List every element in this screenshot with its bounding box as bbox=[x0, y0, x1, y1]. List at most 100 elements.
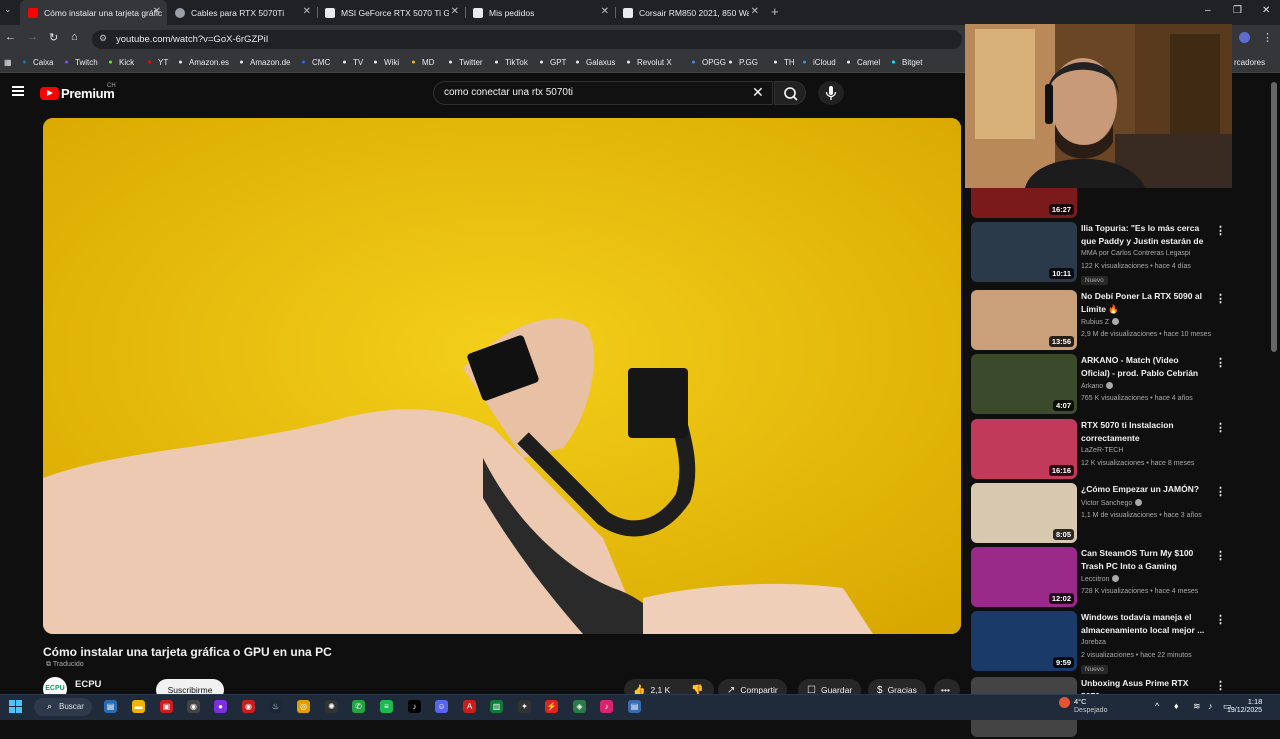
close-tab-icon[interactable]: ✕ bbox=[303, 6, 311, 17]
more-options-icon[interactable]: ⋮ bbox=[1215, 549, 1226, 562]
bookmark-item[interactable]: ● Amazon.de bbox=[237, 58, 290, 67]
tab-cables[interactable]: Cables para RTX 5070Ti ✕ bbox=[167, 0, 317, 25]
site-info-icon[interactable]: ⚙ bbox=[99, 33, 107, 44]
taskbar-search[interactable]: Buscar bbox=[34, 698, 92, 716]
search-button[interactable] bbox=[774, 81, 806, 105]
more-options-icon[interactable]: ⋮ bbox=[1215, 356, 1226, 369]
video-thumbnail[interactable]: 8:05 bbox=[971, 483, 1077, 543]
app-pink-icon[interactable]: ♪ bbox=[600, 700, 613, 713]
tab-search-menu-icon[interactable]: ⌄ bbox=[4, 4, 12, 15]
tab-corsair[interactable]: Corsair RM850 2021, 850 Watt ✕ bbox=[615, 0, 765, 25]
more-options-icon[interactable]: ⋮ bbox=[1215, 485, 1226, 498]
bookmark-item[interactable]: ● TH bbox=[771, 58, 794, 67]
bookmark-item[interactable]: ● Amazon.es bbox=[176, 58, 229, 67]
weather-icon[interactable] bbox=[1059, 697, 1070, 708]
bookmark-item[interactable]: ● Twitch bbox=[62, 58, 97, 67]
bookmark-item[interactable]: ● Bitget bbox=[889, 58, 922, 67]
recommendation-item[interactable]: 16:16 RTX 5070 ti Instalacion correctamen… bbox=[971, 419, 1231, 481]
tiktok-icon[interactable]: ♪ bbox=[408, 700, 421, 713]
recommendation-title[interactable]: RTX 5070 ti Instalacion correctamente bbox=[1081, 419, 1207, 444]
menu-icon[interactable] bbox=[12, 86, 24, 96]
recommendation-item[interactable]: 4:07 ARKANO - Match (Video Oficial) - pro… bbox=[971, 354, 1231, 416]
windows-start-icon[interactable] bbox=[9, 700, 22, 713]
spotify-icon[interactable]: ≡ bbox=[380, 700, 393, 713]
bookmark-item[interactable]: ● Twitter bbox=[446, 58, 482, 67]
close-tab-icon[interactable]: ✕ bbox=[601, 6, 609, 17]
recommendation-channel[interactable]: Jorebza bbox=[1081, 639, 1106, 646]
profile-avatar-icon[interactable] bbox=[1239, 32, 1250, 43]
bookmark-item[interactable]: ● TV bbox=[340, 58, 363, 67]
weather-description[interactable]: Despejado bbox=[1074, 707, 1107, 714]
microphone-tray-icon[interactable]: ♦ bbox=[1174, 701, 1179, 711]
acrobat-icon[interactable]: A bbox=[463, 700, 476, 713]
app-green-icon[interactable]: ▥ bbox=[490, 700, 503, 713]
scrollbar-thumb[interactable] bbox=[1271, 82, 1277, 352]
app-record-icon[interactable]: ◉ bbox=[242, 700, 255, 713]
weather-temperature[interactable]: 4°C bbox=[1074, 697, 1087, 706]
youtube-logo-icon[interactable] bbox=[40, 87, 59, 100]
folder-icon[interactable]: ▬ bbox=[132, 700, 145, 713]
minimize-icon[interactable]: – bbox=[1205, 5, 1211, 16]
recommendation-item[interactable]: 9:59 Windows todavía maneja el almacenami… bbox=[971, 611, 1231, 674]
volume-icon[interactable]: ♪ bbox=[1208, 701, 1213, 711]
recommendation-item[interactable]: 10:11 Ilia Topuria: "Es lo más cerca que … bbox=[971, 222, 1231, 285]
more-options-icon[interactable]: ⋮ bbox=[1215, 224, 1226, 237]
recommendation-channel[interactable]: LaZeR-TECH bbox=[1081, 447, 1123, 454]
voice-search-button[interactable] bbox=[818, 81, 844, 105]
recommendation-channel[interactable]: MMA por Carlos Contreras Legaspi bbox=[1081, 250, 1190, 257]
video-thumbnail[interactable]: 16:16 bbox=[971, 419, 1077, 479]
recommendation-title[interactable]: Windows todavía maneja el almacenamiento… bbox=[1081, 611, 1207, 636]
recommendation-title[interactable]: ¿Cómo Empezar un JAMÓN? bbox=[1081, 483, 1207, 496]
bookmark-item[interactable]: ● GPT bbox=[537, 58, 566, 67]
video-thumbnail[interactable]: 4:07 bbox=[971, 354, 1077, 414]
bookmark-item[interactable]: ● Kick bbox=[106, 58, 134, 67]
bookmark-item[interactable]: ● Caixa bbox=[20, 58, 53, 67]
tab-msi[interactable]: MSI GeForce RTX 5070 Ti Gami ✕ bbox=[317, 0, 465, 25]
tray-overflow-icon[interactable]: ^ bbox=[1155, 701, 1159, 711]
maximize-icon[interactable]: ❐ bbox=[1233, 5, 1242, 16]
app-bolt-icon[interactable]: ⚡ bbox=[545, 700, 558, 713]
clock-time[interactable]: 1:18 bbox=[1239, 697, 1271, 706]
bookmark-item[interactable]: ● iCloud bbox=[800, 58, 835, 67]
recommendation-channel[interactable]: Arkano bbox=[1081, 382, 1114, 390]
forward-icon[interactable]: → bbox=[27, 31, 38, 43]
recommendation-channel[interactable]: Leccitron bbox=[1081, 575, 1120, 583]
more-options-icon[interactable]: ⋮ bbox=[1215, 679, 1226, 692]
url-text[interactable]: youtube.com/watch?v=GoX-6rGZPiI bbox=[116, 34, 268, 45]
apps-grid-icon[interactable]: ▦ bbox=[4, 58, 12, 67]
search-query-text[interactable]: como conectar una rtx 5070ti bbox=[444, 87, 573, 98]
close-tab-icon[interactable]: ✕ bbox=[153, 6, 161, 17]
bookmark-item[interactable]: ● P.GG bbox=[726, 58, 758, 67]
bookmark-item[interactable]: ● OPGG bbox=[689, 58, 726, 67]
recommendation-channel[interactable]: Victor Sanchego bbox=[1081, 499, 1143, 507]
discord-icon[interactable]: ☺ bbox=[435, 700, 448, 713]
app-red-icon[interactable]: ▣ bbox=[160, 700, 173, 713]
bookmark-item[interactable]: ● Galaxus bbox=[573, 58, 615, 67]
more-options-icon[interactable]: ⋮ bbox=[1215, 292, 1226, 305]
app-purple-icon[interactable]: ● bbox=[214, 700, 227, 713]
recommendation-item[interactable]: 12:02 Can SteamOS Turn My $100 Trash PC I… bbox=[971, 547, 1231, 609]
wifi-icon[interactable]: ≋ bbox=[1193, 701, 1201, 712]
obs-icon[interactable]: ◉ bbox=[187, 700, 200, 713]
steam-icon[interactable]: ♨ bbox=[269, 700, 282, 713]
video-thumbnail[interactable]: 10:11 bbox=[971, 222, 1077, 282]
recommendation-title[interactable]: Can SteamOS Turn My $100 Trash PC Into a… bbox=[1081, 547, 1207, 572]
clear-search-icon[interactable]: ✕ bbox=[752, 84, 764, 101]
tab-mis-pedidos[interactable]: Mis pedidos ✕ bbox=[465, 0, 615, 25]
bookmark-item[interactable]: ● Revolut X bbox=[624, 58, 671, 67]
more-options-icon[interactable]: ⋮ bbox=[1215, 421, 1226, 434]
whatsapp-icon[interactable]: ✆ bbox=[352, 700, 365, 713]
tab-youtube-video[interactable]: Cómo instalar una tarjeta gráfic ✕ bbox=[20, 0, 167, 25]
clock-date[interactable]: 19/12/2025 bbox=[1227, 707, 1262, 714]
explorer-icon[interactable]: ▤ bbox=[104, 700, 117, 713]
browser-menu-icon[interactable]: ⋮ bbox=[1262, 31, 1273, 44]
back-icon[interactable]: ← bbox=[5, 31, 16, 43]
bookmark-item[interactable]: ● CMC bbox=[299, 58, 330, 67]
chatgpt-icon[interactable]: ✺ bbox=[325, 700, 338, 713]
bookmark-other-folder[interactable]: rcadores bbox=[1234, 58, 1265, 67]
recommendation-item[interactable]: 13:56 No Debí Poner La RTX 5090 al Límite… bbox=[971, 290, 1231, 352]
recommendation-title[interactable]: No Debí Poner La RTX 5090 al Límite 🔥 bbox=[1081, 290, 1207, 315]
close-window-icon[interactable]: ✕ bbox=[1262, 5, 1270, 16]
more-options-icon[interactable]: ⋮ bbox=[1215, 613, 1226, 626]
close-tab-icon[interactable]: ✕ bbox=[751, 6, 759, 17]
